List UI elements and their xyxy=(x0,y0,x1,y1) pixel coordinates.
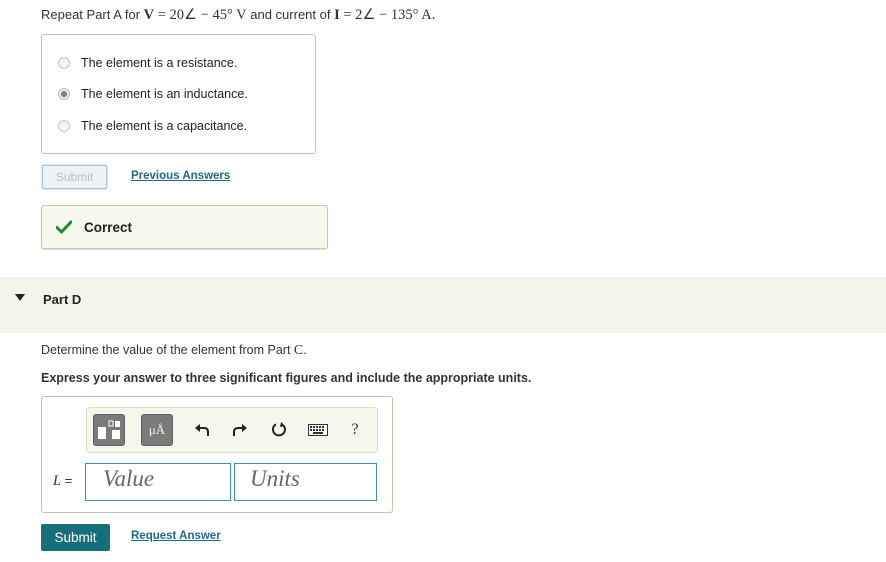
question-text: Determine the value of the element from … xyxy=(41,343,294,357)
units-input[interactable]: Units xyxy=(234,463,377,501)
help-button[interactable]: ? xyxy=(345,420,365,440)
value-input[interactable]: Value xyxy=(85,463,231,501)
answer-input-box: μÅ ? L = Value Units xyxy=(41,396,393,513)
option-capacitance[interactable]: The element is a capacitance. xyxy=(58,119,247,133)
undo-button[interactable] xyxy=(192,420,212,440)
answer-options-box: The element is a resistance. The element… xyxy=(41,34,316,154)
variable-symbol: L xyxy=(53,473,62,489)
radio-button[interactable] xyxy=(58,57,70,69)
radio-button-selected[interactable] xyxy=(58,88,70,100)
option-label: The element is a capacitance. xyxy=(81,119,248,133)
option-resistance[interactable]: The element is a resistance. xyxy=(58,56,237,70)
part-d-header[interactable]: Part D xyxy=(0,277,886,333)
templates-button[interactable] xyxy=(93,414,125,446)
undo-icon xyxy=(195,424,209,436)
part-d-instruction: Express your answer to three significant… xyxy=(41,371,532,385)
units-button[interactable]: μÅ xyxy=(141,414,173,446)
submit-button[interactable]: Submit xyxy=(41,524,110,551)
caret-down-icon[interactable] xyxy=(15,294,25,301)
variable-label: L = xyxy=(53,473,72,490)
keyboard-button[interactable] xyxy=(308,420,328,440)
part-title: Part D xyxy=(43,292,82,307)
question-ref: C xyxy=(293,343,304,358)
keyboard-icon xyxy=(308,424,328,436)
current-expression: = 2∠ − 135° A. xyxy=(339,7,436,23)
submit-button-disabled: Submit xyxy=(42,165,107,189)
redo-icon xyxy=(233,424,247,436)
option-label: The element is a resistance. xyxy=(81,56,238,70)
reset-icon xyxy=(271,422,286,437)
feedback-correct: Correct xyxy=(41,205,328,249)
prompt-intro: Repeat Part A for xyxy=(41,7,141,22)
option-label: The element is an inductance. xyxy=(81,87,248,101)
question-suffix: . xyxy=(303,343,307,357)
math-toolbar: μÅ ? xyxy=(86,407,378,453)
voltage-expression: = 20∠ − 45° V xyxy=(154,7,247,23)
request-answer-link[interactable]: Request Answer xyxy=(131,530,221,542)
checkmark-icon xyxy=(56,220,72,234)
feedback-text: Correct xyxy=(84,219,133,235)
reset-button[interactable] xyxy=(269,420,289,440)
option-inductance[interactable]: The element is an inductance. xyxy=(58,87,248,101)
previous-answers-link[interactable]: Previous Answers xyxy=(131,170,230,182)
part-c-prompt: Repeat Part A for V = 20∠ − 45° V and cu… xyxy=(41,7,435,24)
radio-button[interactable] xyxy=(58,120,70,132)
variable-equals: = xyxy=(61,473,73,488)
part-d-question: Determine the value of the element from … xyxy=(41,343,307,359)
templates-icon xyxy=(98,420,120,439)
voltage-symbol: V xyxy=(143,7,155,23)
prompt-middle: and current of xyxy=(250,7,331,22)
redo-button[interactable] xyxy=(230,420,250,440)
